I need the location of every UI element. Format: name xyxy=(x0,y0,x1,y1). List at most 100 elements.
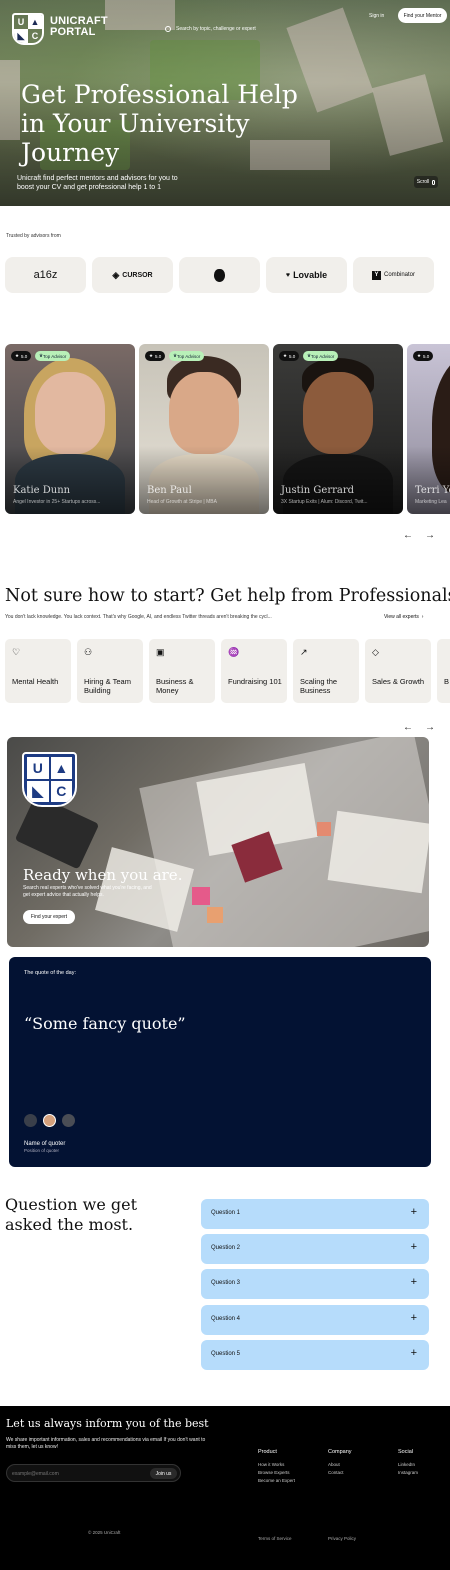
category-list: ♡ Mental Health ⚇ Hiring & Team Building ▣… xyxy=(5,639,450,703)
category-label: Scaling the Business xyxy=(300,677,338,695)
footer-title: Let us always inform you of the best xyxy=(6,1417,209,1430)
copyright: © 2025 UniCraft xyxy=(88,1530,121,1535)
star-icon: ★ xyxy=(283,353,288,358)
rating-badge: ★ 5.0 xyxy=(413,351,434,361)
unicraft-shield-logo: U ▲ ◣ C xyxy=(22,752,77,807)
category-card[interactable]: ▣ Business & Money xyxy=(149,639,215,703)
logo-letter: U xyxy=(27,757,49,779)
plus-icon: + xyxy=(410,1347,417,1359)
column-title: Product xyxy=(258,1449,277,1455)
hero-section: U ▲ ◣ C UNICRAFT PORTAL Search by topic,… xyxy=(0,0,450,206)
top-advisor-badge: ♛ Top Advisor xyxy=(169,351,205,361)
terms-link[interactable]: Terms of Service xyxy=(258,1536,292,1541)
brand-line-2: PORTAL xyxy=(50,26,96,38)
category-card[interactable]: ⚇ Hiring & Team Building xyxy=(77,639,143,703)
brand-name[interactable]: UNICRAFT PORTAL xyxy=(50,16,108,38)
avatar[interactable] xyxy=(24,1114,37,1127)
hero-title-line-1: Get Professional Help xyxy=(21,80,298,109)
advisor-name: Katie Dunn xyxy=(13,485,71,496)
advisor-card[interactable]: ★ 5.0 ♛ Top Advisor Katie Dunn Angel Inve… xyxy=(5,344,135,514)
column-title: Social xyxy=(398,1449,413,1455)
logo-arrow: ◣ xyxy=(27,780,49,802)
email-field[interactable]: example@email.com Join us xyxy=(6,1464,181,1482)
trusted-label: Trusted by advisors from xyxy=(6,233,61,239)
y-combinator-icon: Y xyxy=(371,270,381,280)
advisor-card[interactable]: ★5.0 Terri Yo Marketing Lea xyxy=(407,344,450,514)
arrow-left-icon[interactable]: ← xyxy=(403,530,413,541)
faq-item[interactable]: Question 1 + xyxy=(201,1199,429,1229)
arrow-left-icon[interactable]: ← xyxy=(403,722,413,733)
faq-question: Question 5 xyxy=(211,1351,241,1357)
logo-letter: C xyxy=(31,31,39,41)
search-input[interactable]: Search by topic, challenge or expert xyxy=(165,22,275,36)
footer-link[interactable]: Contact xyxy=(328,1469,352,1477)
sticky-note xyxy=(317,822,331,836)
category-label: Sales & Growth xyxy=(372,677,425,686)
arrow-right-icon[interactable]: → xyxy=(425,530,435,541)
category-card[interactable]: ♒ Fundraising 101 xyxy=(221,639,287,703)
unicraft-logo[interactable]: U ▲ ◣ C xyxy=(12,13,44,45)
advisor-card[interactable]: ★ 5.0 ♛ Top Advisor Justin Gerrard 3X Sta… xyxy=(273,344,403,514)
avatar[interactable] xyxy=(43,1114,56,1127)
sign-in-link[interactable]: Sign in xyxy=(369,11,384,21)
lovable-wordmark: Lovable xyxy=(293,270,328,280)
logo-letter: C xyxy=(50,780,72,802)
cursor-wordmark: CURSOR xyxy=(122,271,153,279)
category-card[interactable]: B P xyxy=(437,639,450,703)
plus-icon: + xyxy=(410,1241,417,1253)
combinator-wordmark: Combinator xyxy=(383,272,415,278)
plus-icon: + xyxy=(410,1312,417,1324)
scroll-indicator[interactable]: Scroll xyxy=(414,176,438,188)
footer-link[interactable]: LinkedIn xyxy=(398,1461,418,1469)
category-card[interactable]: ◇ Sales & Growth xyxy=(365,639,431,703)
view-all-experts-link[interactable]: View all experts › xyxy=(384,614,423,620)
advisor-description: 3X Startup Exits | Alum: Discord, Twit..… xyxy=(281,499,368,505)
chart-icon: ↗ xyxy=(300,647,308,657)
category-card[interactable]: ↗ Scaling the Business xyxy=(293,639,359,703)
footer-link[interactable]: Browse Experts xyxy=(258,1469,295,1477)
faq-item[interactable]: Question 2 + xyxy=(201,1234,429,1264)
footer-link[interactable]: How it Works xyxy=(258,1461,295,1469)
chevron-right-icon: › xyxy=(420,614,424,620)
category-label: Fundraising 101 xyxy=(228,677,282,686)
faq-item[interactable]: Question 5 + xyxy=(201,1340,429,1370)
logo-chevron: ▲ xyxy=(50,757,72,779)
rating-value: 5.0 xyxy=(289,353,296,359)
rating-value: 5.0 xyxy=(423,353,430,359)
advisor-name: Ben Paul xyxy=(147,485,192,496)
view-all-label: View all experts xyxy=(384,614,419,620)
join-button[interactable]: Join us xyxy=(150,1468,177,1479)
faq-question: Question 3 xyxy=(211,1280,241,1286)
hero-title: Get Professional Help in Your University… xyxy=(21,80,321,167)
footer-link[interactable]: Instagram xyxy=(398,1469,418,1477)
money-icon: ▣ xyxy=(156,647,165,657)
avatar[interactable] xyxy=(62,1114,75,1127)
logo-arrow: ◣ xyxy=(14,29,28,43)
faq-item[interactable]: Question 3 + xyxy=(201,1269,429,1299)
quoter-name: Name of quoter xyxy=(24,1141,66,1147)
faq-item[interactable]: Question 4 + xyxy=(201,1305,429,1335)
lovable-icon: ♥ xyxy=(285,271,291,279)
star-icon: ★ xyxy=(149,353,154,358)
advisor-card[interactable]: ★ 5.0 ♛ Top Advisor Ben Paul Head of Grow… xyxy=(139,344,269,514)
plus-icon: + xyxy=(410,1206,417,1218)
advisor-carousel: ★ 5.0 ♛ Top Advisor Katie Dunn Angel Inve… xyxy=(5,344,450,514)
footer-column-company: Company About Contact xyxy=(328,1449,352,1477)
footer-link[interactable]: About xyxy=(328,1461,352,1469)
arrow-right-icon[interactable]: → xyxy=(425,722,435,733)
privacy-link[interactable]: Privacy Policy xyxy=(328,1536,356,1541)
trusted-logos: a16z ◈ CURSOR ♥ Lovable Y Combinator xyxy=(5,257,434,293)
find-mentor-button[interactable]: Find your Mentor xyxy=(398,8,447,23)
footer-link[interactable]: Become an Expert xyxy=(258,1477,295,1485)
category-label: Hiring & Team Building xyxy=(84,677,131,695)
ready-title: Ready when you are. xyxy=(23,866,183,884)
rating-badge: ★ 5.0 xyxy=(279,351,300,361)
category-card[interactable]: ♡ Mental Health xyxy=(5,639,71,703)
quote-section: The quote of the day: “Some fancy quote”… xyxy=(9,957,431,1167)
category-arrows: ← → xyxy=(403,722,435,733)
search-placeholder: Search by topic, challenge or expert xyxy=(176,26,256,32)
find-expert-button[interactable]: Find your expert xyxy=(23,910,75,924)
advisor-description: Marketing Lea xyxy=(415,499,447,505)
top-advisor-badge: ♛ Top Advisor xyxy=(35,351,71,361)
diamond-icon: ◇ xyxy=(372,647,379,657)
